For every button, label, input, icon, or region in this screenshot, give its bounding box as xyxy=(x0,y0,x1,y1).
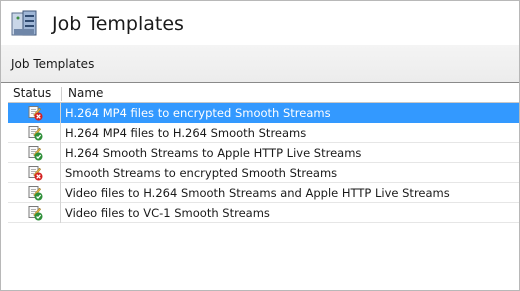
status-cell xyxy=(8,183,61,203)
page-title: Job Templates xyxy=(52,13,184,35)
template-ok-icon xyxy=(27,205,43,221)
row-name: Smooth Streams to encrypted Smooth Strea… xyxy=(65,166,338,180)
row-name: H.264 MP4 files to H.264 Smooth Streams xyxy=(65,126,307,140)
table-row[interactable]: H.264 MP4 files to encrypted Smooth Stre… xyxy=(8,103,519,123)
window-frame: Job Templates Job Templates Status Name … xyxy=(0,0,520,291)
table-row[interactable]: Video files to VC-1 Smooth Streams xyxy=(8,203,519,223)
table-row[interactable]: Smooth Streams to encrypted Smooth Strea… xyxy=(8,163,519,183)
template-error-icon xyxy=(27,165,43,181)
template-ok-icon xyxy=(27,125,43,141)
template-error-icon xyxy=(27,105,43,121)
row-name: H.264 MP4 files to encrypted Smooth Stre… xyxy=(65,106,331,120)
row-name: H.264 Smooth Streams to Apple HTTP Live … xyxy=(65,146,362,160)
column-divider[interactable] xyxy=(61,87,62,101)
section-title: Job Templates xyxy=(11,57,95,71)
table-row[interactable]: H.264 MP4 files to H.264 Smooth Streams xyxy=(8,123,519,143)
status-cell xyxy=(8,143,61,163)
table-body: H.264 MP4 files to encrypted Smooth Stre… xyxy=(8,103,519,223)
table-row[interactable]: Video files to H.264 Smooth Streams and … xyxy=(8,183,519,203)
template-ok-icon xyxy=(27,185,43,201)
status-cell xyxy=(8,123,61,143)
table-row[interactable]: H.264 Smooth Streams to Apple HTTP Live … xyxy=(8,143,519,163)
table-header: Status Name xyxy=(8,85,519,103)
row-name: Video files to VC-1 Smooth Streams xyxy=(65,206,270,220)
page-header: Job Templates xyxy=(1,1,519,45)
status-cell xyxy=(8,203,61,223)
server-stack-icon xyxy=(11,10,37,36)
job-templates-table: Status Name H.264 MP4 files to encrypted… xyxy=(8,85,519,223)
template-ok-icon xyxy=(27,145,43,161)
status-cell xyxy=(8,103,61,123)
row-name: Video files to H.264 Smooth Streams and … xyxy=(65,186,450,200)
status-cell xyxy=(8,163,61,183)
column-header-status[interactable]: Status xyxy=(13,86,51,100)
section-header: Job Templates xyxy=(1,45,519,83)
column-header-name[interactable]: Name xyxy=(68,86,103,100)
